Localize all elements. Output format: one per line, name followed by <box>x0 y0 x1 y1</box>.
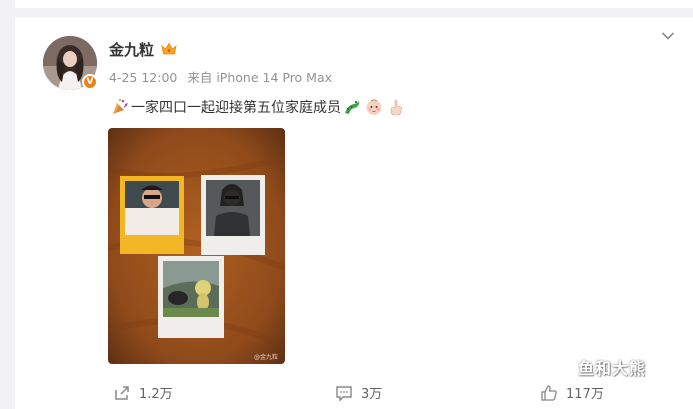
polaroid-photo: @金九粒 <box>108 128 285 364</box>
polaroid-white-top <box>201 175 265 255</box>
watermark-text: 鱼和大熊 <box>578 359 647 378</box>
comment-count: 3万 <box>361 387 383 402</box>
party-popper-icon <box>111 98 129 116</box>
post-text: 一家四口一起迎接第五位家庭成员 <box>109 97 407 117</box>
pointing-hand-icon <box>387 98 405 116</box>
post-time[interactable]: 4-25 12:00 <box>109 70 177 85</box>
polaroid-white-bottom <box>158 256 224 338</box>
action-bar: 1.2万 3万 117万 <box>15 379 693 407</box>
image-caption: @金九粒 <box>254 353 278 361</box>
thumbs-up-icon <box>541 384 557 401</box>
share-icon <box>115 385 129 400</box>
comment-button[interactable]: 3万 <box>335 383 382 402</box>
verified-badge: V <box>82 74 98 90</box>
polaroid-yellow <box>120 176 184 254</box>
post-meta: 4-25 12:00 来自 iPhone 14 Pro Max <box>109 67 338 86</box>
comment-icon <box>336 385 352 402</box>
like-count: 117万 <box>566 387 604 402</box>
post-source: 来自 iPhone 14 Pro Max <box>187 70 333 85</box>
post-card: V 金九粒 4-25 12:00 来自 iPhone 14 Pro Max 一家… <box>15 17 693 409</box>
post-text-content: 一家四口一起迎接第五位家庭成员 <box>131 100 341 116</box>
crown-icon[interactable] <box>161 42 177 56</box>
username[interactable]: 金九粒 <box>109 39 154 60</box>
dragon-icon <box>343 98 361 116</box>
page: V 金九粒 4-25 12:00 来自 iPhone 14 Pro Max 一家… <box>0 0 693 409</box>
previous-post-card <box>15 0 693 8</box>
chevron-down-icon[interactable] <box>661 31 675 41</box>
like-button[interactable]: 117万 <box>540 383 604 402</box>
baby-face-icon <box>365 98 383 116</box>
post-image[interactable]: @金九粒 <box>108 128 285 364</box>
repost-count: 1.2万 <box>139 387 173 402</box>
repost-button[interactable]: 1.2万 <box>113 383 173 402</box>
